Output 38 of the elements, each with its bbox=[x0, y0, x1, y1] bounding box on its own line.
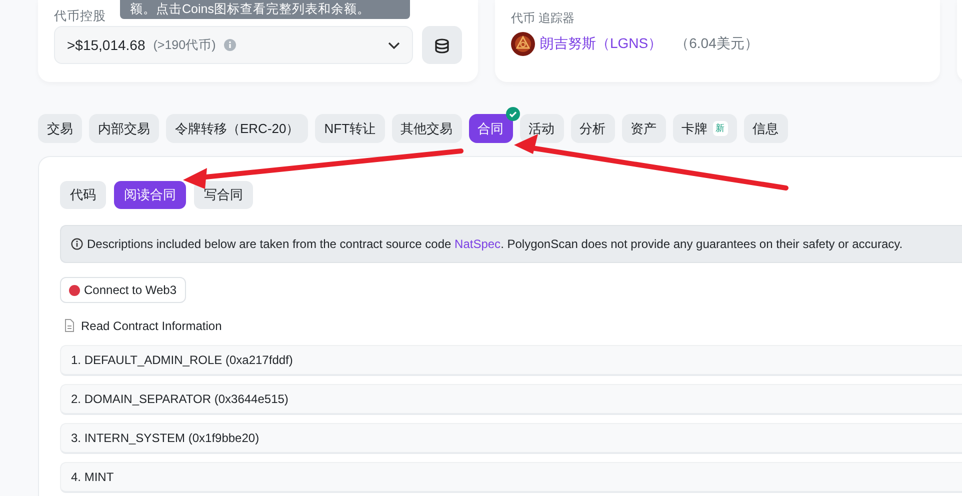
coins-icon bbox=[433, 36, 451, 54]
section-title: Read Contract Information bbox=[81, 319, 222, 333]
tab[interactable]: 信息 bbox=[744, 114, 788, 143]
token-logo-icon bbox=[511, 32, 535, 56]
function-row[interactable]: 1. DEFAULT_ADMIN_ROLE (0xa217fddf) bbox=[60, 345, 962, 376]
tab[interactable]: NFT转让 bbox=[315, 114, 385, 143]
holdings-value: >$15,014.68 bbox=[67, 37, 146, 53]
tab[interactable]: 分析 bbox=[570, 114, 615, 143]
coins-button[interactable] bbox=[422, 26, 462, 64]
tab[interactable]: 资产 bbox=[622, 114, 666, 143]
token-price: （6.04美元） bbox=[675, 35, 758, 53]
tab[interactable]: 活动 bbox=[520, 114, 564, 143]
info-icon bbox=[224, 39, 236, 51]
holdings-dropdown[interactable]: >$15,014.68 (>190代币) bbox=[54, 26, 413, 64]
subtab[interactable]: 写合同 bbox=[194, 181, 253, 209]
subtab[interactable]: 代码 bbox=[60, 181, 106, 209]
subtab[interactable]: 阅读合同 bbox=[114, 181, 186, 209]
tab[interactable]: 卡牌 新 bbox=[672, 114, 737, 143]
new-badge: 新 bbox=[712, 121, 728, 136]
connect-button[interactable]: Connect to Web3 bbox=[60, 277, 186, 303]
tracker-label: 代币 追踪器 bbox=[511, 10, 576, 27]
function-row[interactable]: 2. DOMAIN_SEPARATOR (0x3644e515) bbox=[60, 384, 962, 415]
tab[interactable]: 合同 bbox=[468, 114, 513, 143]
notice-text: Descriptions included below are taken from the contract source code NatSpec. PolygonScan does not provide any guarantees on their safety or accuracy. bbox=[87, 237, 903, 251]
tab[interactable]: 令牌转移（ERC-20） bbox=[166, 114, 308, 143]
info-icon bbox=[71, 238, 83, 250]
function-row[interactable]: 3. INTERN_SYSTEM (0x1f9bbe20) bbox=[60, 423, 962, 454]
tab[interactable]: 内部交易 bbox=[89, 114, 159, 143]
function-row[interactable]: 4. MINT bbox=[60, 462, 962, 493]
token-link[interactable]: 朗吉努斯（LGNS） bbox=[540, 35, 662, 53]
tooltip: 额。点击Coins图标查看完整列表和余额。 bbox=[120, 0, 410, 19]
tab[interactable]: 交易 bbox=[38, 114, 82, 143]
natspec-link[interactable]: NatSpec bbox=[454, 237, 501, 251]
document-icon bbox=[64, 319, 75, 333]
token-count: (>190代币) bbox=[153, 36, 216, 54]
chevron-down-icon bbox=[388, 42, 400, 48]
holdings-label: 代币控股 bbox=[54, 8, 106, 25]
tab[interactable]: 其他交易 bbox=[392, 114, 462, 143]
